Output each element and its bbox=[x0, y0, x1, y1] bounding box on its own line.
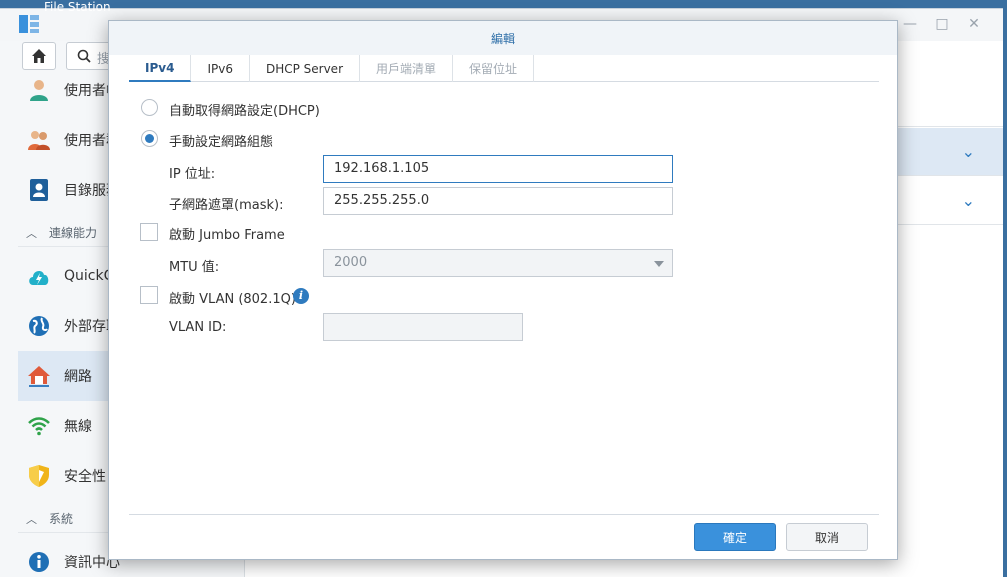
directory-icon bbox=[26, 177, 52, 203]
network-home-icon bbox=[26, 363, 52, 389]
dhcp-radio[interactable] bbox=[141, 99, 158, 116]
dialog-title: 編輯 bbox=[490, 31, 515, 46]
chevron-up-icon: ︿ bbox=[26, 226, 37, 240]
vlan-label: 啟動 VLAN (802.1Q) bbox=[169, 292, 296, 307]
mtu-value: 2000 bbox=[334, 255, 368, 270]
tab-bar: IPv4 IPv6 DHCP Server 用戶端清單 保留位址 bbox=[129, 55, 879, 82]
users-group-icon bbox=[26, 127, 52, 153]
tab-ipv6[interactable]: IPv6 bbox=[191, 55, 250, 82]
tab-client-list: 用戶端清單 bbox=[360, 55, 454, 82]
vlan-id-input[interactable] bbox=[323, 313, 523, 341]
mtu-label: MTU 值: bbox=[169, 260, 220, 275]
app-title: File Station bbox=[44, 0, 111, 14]
info-icon[interactable]: i bbox=[293, 288, 309, 304]
jumbo-frame-checkbox[interactable] bbox=[140, 223, 158, 241]
tab-reserved-address: 保留位址 bbox=[453, 55, 535, 82]
sidebar-item-label: 網路 bbox=[64, 369, 92, 385]
mtu-select[interactable]: 2000 bbox=[323, 249, 673, 277]
dhcp-radio-label: 自動取得網路設定(DHCP) bbox=[169, 104, 320, 119]
chevron-up-icon: ︿ bbox=[26, 512, 37, 526]
quickconnect-icon bbox=[26, 263, 52, 289]
search-icon bbox=[77, 49, 91, 63]
sidebar-item-label: 安全性 bbox=[64, 469, 106, 485]
edit-dialog: 編輯 IPv4 IPv6 DHCP Server 用戶端清單 保留位址 自動取得… bbox=[108, 20, 898, 560]
cancel-button[interactable]: 取消 bbox=[786, 523, 868, 551]
info-icon bbox=[26, 549, 52, 575]
vlan-checkbox[interactable] bbox=[140, 286, 158, 304]
wifi-icon bbox=[26, 413, 52, 439]
sidebar-item-label: 無線 bbox=[64, 419, 92, 435]
ip-address-label: IP 位址: bbox=[169, 167, 216, 182]
ip-address-input[interactable]: 192.168.1.105 bbox=[323, 155, 673, 183]
chevron-down-icon[interactable]: ⌄ bbox=[962, 142, 975, 161]
maximize-icon[interactable]: □ bbox=[933, 15, 951, 33]
app-logo-icon bbox=[19, 15, 39, 33]
subnet-mask-value: 255.255.255.0 bbox=[334, 193, 430, 208]
minimize-icon[interactable]: — bbox=[901, 15, 919, 33]
dropdown-arrow-icon bbox=[654, 261, 664, 267]
shield-icon bbox=[26, 463, 52, 489]
tab-ipv4[interactable]: IPv4 bbox=[129, 55, 192, 82]
dialog-header: 編輯 bbox=[109, 21, 897, 55]
chevron-down-icon[interactable]: ⌄ bbox=[962, 191, 975, 210]
section-label: 系統 bbox=[49, 512, 74, 526]
subnet-mask-input[interactable]: 255.255.255.0 bbox=[323, 187, 673, 215]
manual-config-radio[interactable] bbox=[141, 130, 158, 147]
ip-address-value: 192.168.1.105 bbox=[334, 161, 430, 176]
manual-config-label: 手動設定網路組態 bbox=[169, 135, 274, 150]
tab-dhcp-server[interactable]: DHCP Server bbox=[250, 55, 360, 82]
section-label: 連線能力 bbox=[49, 226, 98, 240]
user-icon bbox=[26, 77, 52, 103]
globe-icon bbox=[26, 313, 52, 339]
ok-button[interactable]: 確定 bbox=[694, 523, 776, 551]
subnet-mask-label: 子網路遮罩(mask): bbox=[169, 198, 284, 213]
home-icon bbox=[32, 49, 46, 63]
close-icon[interactable]: ✕ bbox=[965, 15, 983, 33]
vlan-id-label: VLAN ID: bbox=[169, 320, 227, 335]
dialog-footer-divider bbox=[129, 514, 879, 515]
jumbo-frame-label: 啟動 Jumbo Frame bbox=[169, 228, 285, 243]
